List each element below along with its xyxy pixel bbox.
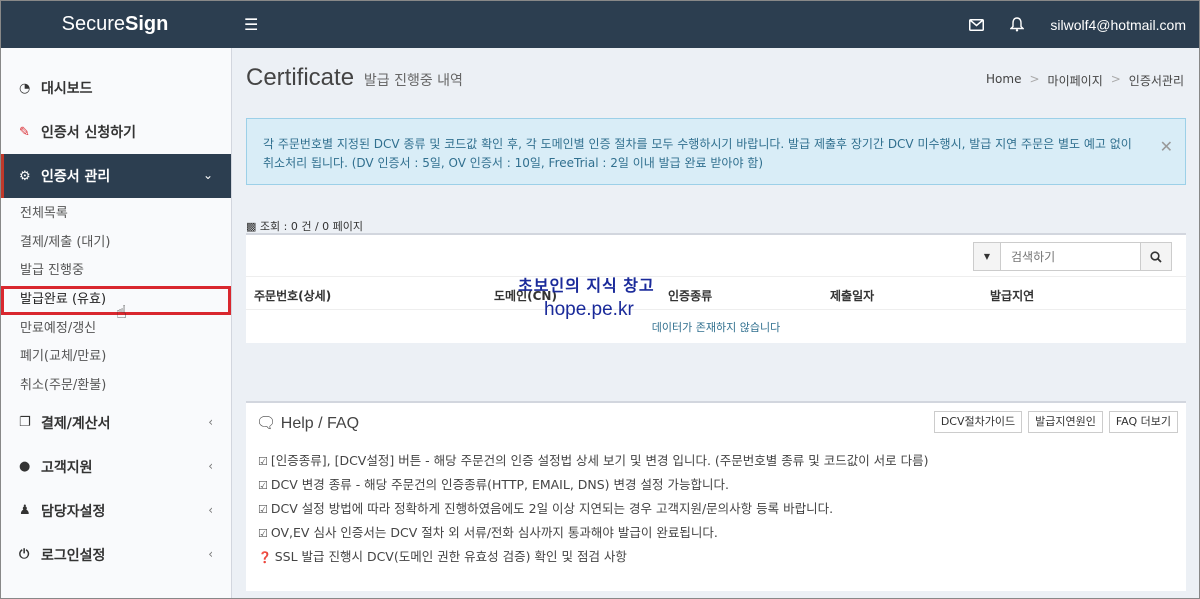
page-header: Certificate 발급 진행중 내역 [246, 64, 463, 92]
list-item: ☑ [인증종류], [DCV설정] 버튼 - 해당 주문건의 인증 설정법 상세 … [258, 453, 929, 468]
sidebar-item-billing[interactable]: ❐ 결제/계산서 ‹ [1, 401, 231, 445]
sidebar-item-managers[interactable]: ♟ 담당자설정 ‹ [1, 489, 231, 533]
submenu-cancelled[interactable]: 취소(주문/환불) [1, 372, 231, 401]
breadcrumb-home[interactable]: Home [986, 72, 1021, 89]
comment-icon: 🗨 [256, 415, 277, 432]
file-icon: ❐ [19, 415, 31, 431]
search-filter-dropdown[interactable]: ▼ [973, 242, 1001, 271]
page-subtitle: 발급 진행중 내역 [363, 73, 463, 89]
breadcrumb-cert-manage[interactable]: 인증서관리 [1129, 72, 1184, 89]
question-circle-icon: ❓ [258, 551, 272, 564]
col-order-no[interactable]: 주문번호(상세) [254, 287, 331, 304]
table-header: 주문번호(상세) 도메인(CN) 인증종류 제출일자 발급지연 [246, 276, 1186, 310]
help-buttons: DCV절차가이드 발급지연원인 FAQ 더보기 [933, 411, 1178, 433]
list-item[interactable]: ❓ SSL 발급 진행시 DCV(도메인 권한 유효성 검증) 확인 및 점검 사… [258, 545, 1178, 569]
submenu-revoked[interactable]: 폐기(교체/만료) [1, 343, 231, 372]
comments-icon: ● [19, 459, 31, 475]
search-icon [1150, 250, 1162, 263]
gears-icon: ⚙ [19, 168, 31, 184]
breadcrumb-mypage[interactable]: 마이페이지 [1048, 72, 1103, 89]
submenu-pending[interactable]: 결제/제출 (대기) [1, 229, 231, 258]
sidebar-item-dashboard[interactable]: ◔ 대시보드 [1, 66, 231, 110]
help-list: ☑ [인증종류], [DCV설정] 버튼 - 해당 주문건의 인증 설정법 상세 … [258, 449, 1178, 569]
check-square-icon: ☑ [258, 503, 268, 516]
delay-reason-button[interactable]: 발급지연원인 [1028, 411, 1103, 433]
check-square-icon: ☑ [258, 455, 268, 468]
page-title: Certificate [246, 64, 355, 91]
search-button[interactable] [1141, 242, 1172, 271]
breadcrumb-separator: > [1029, 72, 1040, 86]
dashboard-icon: ◔ [19, 80, 31, 96]
chevron-left-icon: ‹ [208, 502, 213, 517]
brand-logo[interactable]: SecureSign [0, 1, 230, 48]
submenu-all[interactable]: 전체목록 [1, 200, 231, 229]
col-domain[interactable]: 도메인(CN) [494, 287, 557, 304]
cert-table: ▼ 주문번호(상세) 도메인(CN) 인증종류 제출일자 발급지연 데이터가 존… [246, 233, 1186, 343]
bar-chart-icon: ▩ [246, 220, 257, 233]
sidebar-item-cert-manage[interactable]: ⚙ 인증서 관리 ⌄ [1, 154, 231, 198]
envelope-icon[interactable] [969, 18, 985, 32]
col-submit-date[interactable]: 제출일자 [830, 287, 874, 304]
info-alert: 각 주문번호별 지정된 DCV 종류 및 코드값 확인 후, 각 도메인별 인증… [246, 118, 1186, 185]
breadcrumb: Home > 마이페이지 > 인증서관리 [986, 72, 1184, 89]
breadcrumb-separator: > [1110, 72, 1121, 86]
user-email[interactable]: silwolf4@hotmail.com [1050, 17, 1186, 33]
sidebar: ◔ 대시보드 ✎ 인증서 신청하기 ⚙ 인증서 관리 ⌄ 전체목록 결제/제출 … [0, 48, 232, 599]
help-title: 🗨 Help / FAQ [256, 415, 360, 432]
search-input[interactable] [1001, 242, 1141, 271]
submenu-in-progress[interactable]: 발급 진행중 [1, 257, 231, 286]
dcv-guide-button[interactable]: DCV절차가이드 [933, 411, 1023, 433]
main-content: Certificate 발급 진행중 내역 Home > 마이페이지 > 인증서… [232, 48, 1200, 599]
alert-text: 각 주문번호별 지정된 DCV 종류 및 코드값 확인 후, 각 도메인별 인증… [263, 137, 1132, 170]
sidebar-item-support[interactable]: ● 고객지원 ‹ [1, 445, 231, 489]
help-faq-panel: 🗨 Help / FAQ DCV절차가이드 발급지연원인 FAQ 더보기 ☑ [인… [246, 401, 1186, 591]
check-square-icon: ☑ [258, 479, 268, 492]
power-icon: ⏻ [19, 547, 30, 563]
cert-submenu: 전체목록 결제/제출 (대기) 발급 진행중 발급완료 (유효) 만료예정/갱신… [1, 198, 231, 401]
search-group: ▼ [973, 242, 1172, 271]
hand-cursor-icon: ☝ [116, 302, 127, 323]
col-delay[interactable]: 발급지연 [990, 287, 1034, 304]
edit-icon: ✎ [19, 124, 30, 140]
menu-toggle-icon[interactable]: ☰ [244, 15, 258, 34]
bell-icon[interactable] [1010, 17, 1025, 32]
chevron-left-icon: ‹ [208, 458, 213, 473]
users-icon: ♟ [19, 503, 31, 519]
check-square-icon: ☑ [258, 527, 268, 540]
faq-more-button[interactable]: FAQ 더보기 [1108, 411, 1178, 433]
close-icon[interactable]: ✕ [1160, 137, 1173, 156]
list-item: ☑ DCV 변경 종류 - 해당 주문건의 인증종류(HTTP, EMAIL, D… [258, 477, 729, 492]
chevron-left-icon: ‹ [208, 546, 213, 561]
chevron-left-icon: ‹ [208, 414, 213, 429]
list-item: ☑ DCV 설정 방법에 따라 정확하게 진행하였음에도 2일 이상 지연되는 경… [258, 501, 834, 516]
col-cert-type[interactable]: 인증종류 [668, 287, 712, 304]
top-navbar: SecureSign ☰ silwolf4@hotmail.com [0, 0, 1200, 48]
caret-down-icon: ▼ [983, 252, 991, 261]
empty-message: 데이터가 존재하지 않습니다 [651, 321, 781, 334]
chevron-down-icon: ⌄ [202, 168, 213, 182]
list-item: ☑ OV,EV 심사 인증서는 DCV 절차 외 서류/전화 심사까지 통과해야 … [258, 525, 718, 540]
search-result-info: ▩ 조회 : 0 건 / 0 페이지 [246, 220, 364, 233]
sidebar-item-login[interactable]: ⏻ 로그인설정 ‹ [1, 533, 231, 577]
sidebar-item-apply[interactable]: ✎ 인증서 신청하기 [1, 110, 231, 154]
